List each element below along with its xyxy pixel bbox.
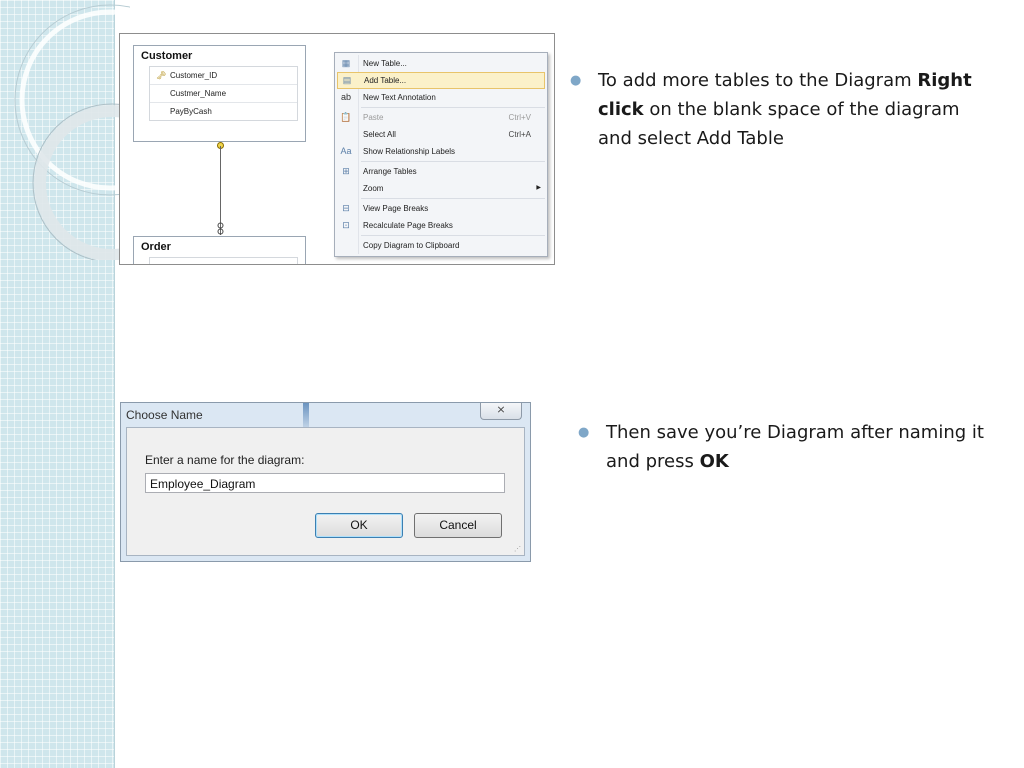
table-row[interactable]: 🗝 Customer_ID [150,67,297,85]
table-columns: 🗝 Customer_ID Custmer_Name PayByCash [149,66,298,121]
column-name: Customer_ID [170,71,218,80]
menu-item-paste[interactable]: 📋 Paste Ctrl+V [335,109,547,126]
menu-separator [361,161,545,162]
new-table-icon: ▦ [341,58,351,68]
context-menu: ▦ New Table... ▤ Add Table... ab New Tex… [334,52,548,257]
dialog-body: Enter a name for the diagram: Employee_D… [126,427,525,556]
paste-icon: 📋 [340,112,352,122]
column-name: PayByCash [170,107,212,116]
ok-button[interactable]: OK [315,513,403,538]
table-row[interactable]: Custmer_Name [150,85,297,103]
dialog-title: Choose Name [126,408,203,422]
table-row[interactable]: PayByCash [150,103,297,120]
recalculate-icon: ⊡ [342,220,350,230]
table-title: Customer [141,50,193,62]
menu-item-zoom[interactable]: Zoom ▶ [335,180,547,197]
key-icon: 🗝 [156,71,167,80]
table-title: Order [141,241,171,253]
customer-table[interactable]: Customer 🗝 Customer_ID Custmer_Name PayB… [133,45,306,142]
diagram-screenshot: Customer 🗝 Customer_ID Custmer_Name PayB… [119,33,555,265]
menu-item-view-page-breaks[interactable]: ⊟ View Page Breaks [335,200,547,217]
menu-separator [361,235,545,236]
menu-separator [361,107,545,108]
menu-item-new-text-annotation[interactable]: ab New Text Annotation [335,89,547,106]
order-table[interactable]: Order [133,236,306,264]
menu-separator [361,198,545,199]
column-name: Custmer_Name [170,89,227,98]
menu-item-arrange-tables[interactable]: ⊞ Arrange Tables [335,163,547,180]
submenu-arrow-icon: ▶ [536,185,541,191]
text-annotation-icon: ab [340,92,351,102]
table-columns [149,257,298,264]
cancel-button[interactable]: Cancel [414,513,502,538]
resize-grip-icon[interactable]: ⋰ [514,545,521,553]
add-table-icon: ▤ [342,75,352,85]
relationship-labels-icon: Aa [340,146,352,156]
titlebar-accent [303,403,309,427]
decorative-rings [14,4,130,260]
menu-item-select-all[interactable]: Select All Ctrl+A [335,126,547,143]
menu-item-show-relationship-labels[interactable]: Aa Show Relationship Labels [335,143,547,160]
close-button[interactable]: ⨯ [480,403,522,420]
menu-item-add-table[interactable]: ▤ Add Table... [337,72,545,89]
menu-item-recalculate-page-breaks[interactable]: ⊡ Recalculate Page Breaks [335,217,547,234]
menu-item-new-table[interactable]: ▦ New Table... [335,55,547,72]
diagram-name-input[interactable]: Employee_Diagram [145,473,505,493]
bullet-dot-icon: ● [578,425,590,440]
bullet-dot-icon: ● [570,73,582,88]
choose-name-dialog: Choose Name ⨯ Enter a name for the diagr… [120,402,531,562]
menu-item-copy-diagram[interactable]: Copy Diagram to Clipboard [335,237,547,254]
arrange-tables-icon: ⊞ [342,166,350,176]
bullet-save-diagram: ● Then save you’re Diagram after naming … [578,418,986,476]
dialog-titlebar: Choose Name ⨯ [121,403,530,427]
page-breaks-icon: ⊟ [342,203,350,213]
diagram-name-label: Enter a name for the diagram: [145,453,305,467]
bullet-add-tables: ● To add more tables to the Diagram Righ… [570,66,978,153]
close-icon: ⨯ [496,404,506,416]
relationship-infinity-end-icon [217,222,224,235]
